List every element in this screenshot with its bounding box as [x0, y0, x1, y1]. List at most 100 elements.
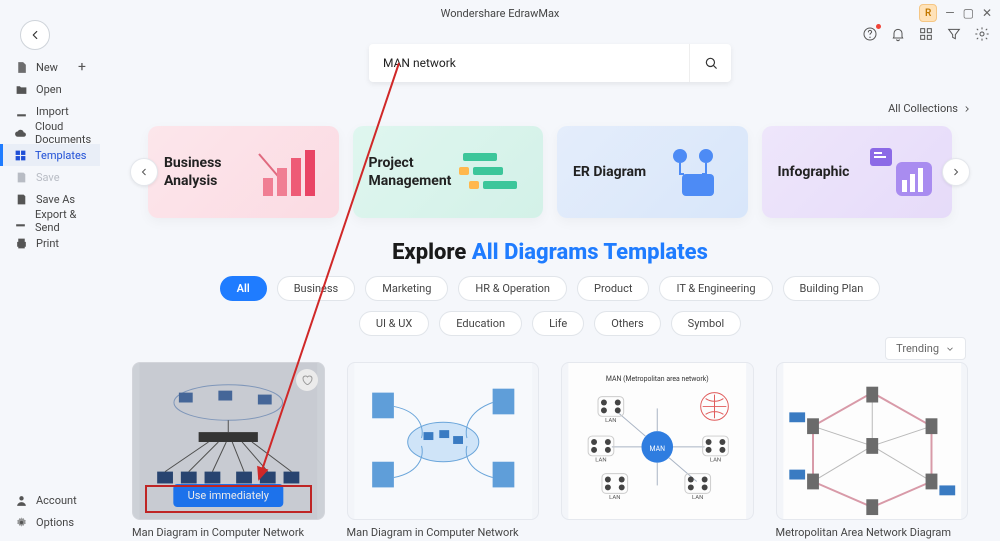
sidebar-item-label: Save As	[36, 193, 75, 206]
filter-pill-hr-operation[interactable]: HR & Operation	[458, 276, 567, 301]
sidebar-item-label: Save	[36, 171, 60, 184]
category-card-business-analysis[interactable]: BusinessAnalysis	[148, 126, 339, 218]
filter-pill-education[interactable]: Education	[439, 311, 522, 336]
sidebar-item-cloud-documents[interactable]: Cloud Documents	[0, 122, 100, 144]
svg-text:LAN: LAN	[710, 458, 721, 464]
filter-pill-all[interactable]: All	[220, 276, 267, 301]
category-card-infographic[interactable]: Infographic	[762, 126, 953, 218]
import-icon	[14, 104, 28, 118]
template-card[interactable]: MAN (Metropolitan area network) MAN LAN …	[561, 362, 754, 540]
template-grid: Use immediately Man Diagram in Computer …	[132, 362, 968, 540]
network-diagram-icon: MAN (Metropolitan area network) MAN LAN …	[562, 363, 753, 519]
template-thumbnail[interactable]: MAN (Metropolitan area network) MAN LAN …	[561, 362, 754, 520]
chevron-right-icon	[962, 104, 972, 114]
sidebar: New + Open Import Cloud Documents Templa…	[0, 52, 100, 541]
filter-pill-business[interactable]: Business	[277, 276, 356, 301]
filter-pill-others[interactable]: Others	[594, 311, 660, 336]
sidebar-item-new[interactable]: New +	[0, 56, 100, 78]
carousel-prev-button[interactable]	[130, 158, 158, 186]
minimize-button[interactable]: —	[945, 6, 954, 20]
sidebar-item-save-as[interactable]: Save As	[0, 188, 100, 210]
filter-icon[interactable]	[946, 26, 962, 42]
template-card[interactable]: Man Diagram in Computer Network	[347, 362, 540, 540]
user-avatar[interactable]: R	[919, 4, 937, 22]
template-caption: Man Diagram in Computer Network	[347, 526, 540, 540]
export-icon	[14, 214, 27, 228]
sidebar-item-import[interactable]: Import	[0, 100, 100, 122]
sort-select[interactable]: Trending	[885, 337, 966, 360]
category-carousel: BusinessAnalysis ProjectManagement ER Di…	[130, 122, 970, 222]
sidebar-item-templates[interactable]: Templates	[0, 144, 100, 166]
gear-icon	[14, 515, 28, 529]
apps-icon[interactable]	[918, 26, 934, 42]
help-icon[interactable]	[862, 26, 878, 42]
all-collections-link[interactable]: All Collections	[888, 102, 972, 115]
sort-selected-label: Trending	[896, 342, 939, 355]
network-diagram-icon	[777, 363, 968, 519]
svg-text:MAN: MAN	[649, 445, 665, 453]
back-button[interactable]	[20, 20, 50, 50]
template-caption: Man Diagram in Computer Network	[132, 526, 325, 540]
sidebar-item-label: Import	[36, 105, 69, 118]
sidebar-item-export[interactable]: Export & Send	[0, 210, 100, 232]
plus-icon[interactable]: +	[78, 59, 86, 75]
svg-text:MAN (Metropolitan area network: MAN (Metropolitan area network)	[606, 375, 709, 383]
maximize-button[interactable]: ▢	[963, 6, 974, 20]
svg-text:LAN: LAN	[609, 495, 620, 501]
favorite-button[interactable]	[296, 369, 318, 391]
carousel-next-button[interactable]	[942, 158, 970, 186]
print-icon	[14, 236, 28, 250]
filter-pill-it-engineering[interactable]: IT & Engineering	[659, 276, 772, 301]
close-button[interactable]: ✕	[982, 6, 992, 20]
window-title: Wondershare EdrawMax	[441, 7, 560, 20]
sidebar-item-open[interactable]: Open	[0, 78, 100, 100]
filter-pill-marketing[interactable]: Marketing	[365, 276, 448, 301]
template-card[interactable]: Metropolitan Area Network Diagram	[776, 362, 969, 540]
gantt-icon	[457, 142, 527, 202]
sidebar-item-options[interactable]: Options	[0, 511, 100, 533]
category-title: BusinessAnalysis	[164, 154, 221, 190]
template-thumbnail[interactable]	[776, 362, 969, 520]
save-icon	[14, 170, 28, 184]
category-card-project-management[interactable]: ProjectManagement	[353, 126, 544, 218]
arrow-left-icon	[28, 28, 42, 42]
search-button[interactable]	[689, 44, 731, 82]
er-icon	[662, 142, 732, 202]
template-card[interactable]: Use immediately Man Diagram in Computer …	[132, 362, 325, 540]
file-plus-icon	[14, 60, 28, 74]
user-icon	[14, 493, 28, 507]
template-thumbnail[interactable]	[347, 362, 540, 520]
filter-pill-symbol[interactable]: Symbol	[671, 311, 742, 336]
filter-pills: All Business Marketing HR & Operation Pr…	[100, 276, 1000, 336]
search-input[interactable]	[369, 56, 689, 70]
infographic-icon	[866, 142, 936, 202]
sidebar-item-label: Account	[36, 494, 77, 507]
filter-pill-product[interactable]: Product	[577, 276, 649, 301]
filter-pill-building-plan[interactable]: Building Plan	[783, 276, 881, 301]
template-thumbnail[interactable]: Use immediately	[132, 362, 325, 520]
svg-text:LAN: LAN	[595, 458, 606, 464]
sidebar-item-label: Export & Send	[35, 208, 86, 234]
filter-pill-life[interactable]: Life	[532, 311, 584, 336]
templates-icon	[14, 148, 27, 162]
cloud-icon	[14, 126, 27, 140]
chevron-down-icon	[945, 344, 955, 354]
svg-text:LAN: LAN	[605, 418, 616, 424]
category-title: Infographic	[778, 163, 850, 181]
all-collections-label: All Collections	[888, 102, 958, 115]
sidebar-item-label: Print	[36, 237, 59, 250]
folder-icon	[14, 82, 28, 96]
chevron-right-icon	[950, 166, 962, 178]
sidebar-item-account[interactable]: Account	[0, 489, 100, 511]
settings-icon[interactable]	[974, 26, 990, 42]
bell-icon[interactable]	[890, 26, 906, 42]
sidebar-item-save: Save	[0, 166, 100, 188]
heart-icon	[301, 374, 313, 386]
search-icon	[704, 56, 718, 70]
category-card-er-diagram[interactable]: ER Diagram	[557, 126, 748, 218]
search-bar	[369, 44, 731, 82]
explore-heading: Explore All Diagrams Templates	[100, 240, 1000, 265]
filter-pill-ui-ux[interactable]: UI & UX	[359, 311, 429, 336]
sidebar-item-label: Cloud Documents	[35, 120, 91, 146]
sidebar-item-print[interactable]: Print	[0, 232, 100, 254]
